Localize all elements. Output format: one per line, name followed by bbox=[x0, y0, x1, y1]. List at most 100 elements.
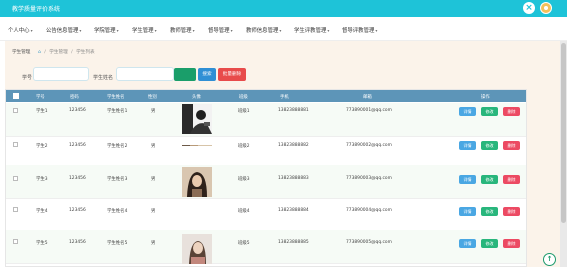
header-photo: 头像 bbox=[192, 95, 201, 100]
cell-name: 学生姓名5 bbox=[107, 241, 128, 246]
chevron-down-icon: ▾ bbox=[279, 28, 282, 33]
cell-phone: 13823888881 bbox=[278, 108, 309, 113]
delete-button[interactable]: 删除 bbox=[503, 239, 520, 248]
nav-item-teacher-info[interactable]: 教师信息管理▾ bbox=[246, 26, 281, 34]
cell-name: 学生姓名1 bbox=[107, 109, 128, 114]
header-class: 班级 bbox=[239, 95, 248, 100]
search-button[interactable]: 搜索 bbox=[198, 68, 216, 81]
main-nav: 个人中心▾ 公告信息管理▾ 学院管理▾ 学生管理▾ 教师管理▾ 督导管理▾ 教师… bbox=[0, 17, 567, 41]
cell-password: 123456 bbox=[69, 208, 86, 213]
cell-password: 123456 bbox=[69, 108, 86, 113]
student-no-label: 学号 bbox=[22, 75, 33, 81]
cell-password: 123456 bbox=[69, 176, 86, 181]
nav-item-student-eval[interactable]: 学生评教管理▾ bbox=[294, 26, 329, 34]
student-table: 学号 密码 学生姓名 性别 头像 班级 手机 邮箱 操作 学生1 123456 … bbox=[5, 89, 527, 267]
close-icon[interactable]: × bbox=[523, 2, 535, 14]
delete-button[interactable]: 删除 bbox=[503, 107, 520, 116]
cell-email: 773890003@qq.com bbox=[346, 176, 392, 181]
header-phone: 手机 bbox=[280, 95, 289, 100]
nav-item-teacher[interactable]: 教师管理▾ bbox=[170, 26, 195, 34]
nav-item-supervisor-eval[interactable]: 督导评教管理▾ bbox=[342, 26, 377, 34]
cell-class: 班级4 bbox=[238, 209, 250, 214]
chevron-down-icon: ▾ bbox=[79, 28, 82, 33]
student-no-input[interactable] bbox=[33, 67, 89, 81]
avatar bbox=[182, 138, 212, 146]
cell-email: 773890001@qq.com bbox=[346, 108, 392, 113]
chevron-down-icon: ▾ bbox=[192, 28, 195, 33]
scrollbar-thumb[interactable] bbox=[561, 43, 566, 223]
cell-gender: 男 bbox=[151, 109, 156, 114]
cell-student-no: 学生5 bbox=[36, 241, 48, 246]
view-button[interactable]: 详情 bbox=[459, 141, 476, 150]
edit-button[interactable]: 修改 bbox=[481, 207, 498, 216]
view-button[interactable]: 详情 bbox=[459, 107, 476, 116]
delete-button[interactable]: 删除 bbox=[503, 141, 520, 150]
cell-class: 班级2 bbox=[238, 144, 250, 149]
row-checkbox[interactable] bbox=[13, 142, 18, 147]
query-button[interactable] bbox=[174, 68, 196, 81]
delete-button[interactable]: 删除 bbox=[503, 175, 520, 184]
home-icon[interactable]: ⌂ bbox=[38, 50, 41, 55]
table-row: 学生3 123456 学生姓名3 男 班级3 13823888883 77389… bbox=[6, 165, 526, 199]
avatar bbox=[182, 234, 212, 264]
breadcrumb: 学生管理 ⌂ / 学生管理 / 学生列表 bbox=[12, 50, 95, 55]
row-checkbox[interactable] bbox=[13, 207, 18, 212]
student-name-input[interactable] bbox=[116, 67, 174, 81]
nav-item-supervisor[interactable]: 督导管理▾ bbox=[208, 26, 233, 34]
delete-button[interactable]: 删除 bbox=[503, 207, 520, 216]
user-avatar[interactable] bbox=[540, 2, 552, 14]
row-checkbox[interactable] bbox=[13, 239, 18, 244]
cell-student-no: 学生4 bbox=[36, 209, 48, 214]
cell-class: 班级5 bbox=[238, 241, 250, 246]
view-button[interactable]: 详情 bbox=[459, 207, 476, 216]
cell-password: 123456 bbox=[69, 240, 86, 245]
edit-button[interactable]: 修改 bbox=[481, 239, 498, 248]
cell-password: 123456 bbox=[69, 143, 86, 148]
cell-email: 773890002@qq.com bbox=[346, 143, 392, 148]
cell-gender: 男 bbox=[151, 177, 156, 182]
view-button[interactable]: 详情 bbox=[459, 175, 476, 184]
batch-delete-button[interactable]: 批量删除 bbox=[218, 68, 246, 81]
header-gender: 性别 bbox=[148, 95, 157, 100]
cell-student-no: 学生2 bbox=[36, 144, 48, 149]
avatar bbox=[182, 104, 212, 134]
chevron-down-icon: ▾ bbox=[154, 28, 157, 33]
cell-gender: 男 bbox=[151, 144, 156, 149]
cell-class: 班级1 bbox=[238, 109, 250, 114]
app-title: 教学质量评价系统 bbox=[12, 6, 61, 13]
student-name-label: 学生姓名 bbox=[93, 75, 114, 81]
row-checkbox[interactable] bbox=[13, 176, 18, 181]
table-row: 学生5 123456 学生姓名5 男 班级5 13823888885 77389… bbox=[6, 230, 526, 264]
cell-phone: 13823888883 bbox=[278, 176, 309, 181]
nav-item-notice[interactable]: 公告信息管理▾ bbox=[46, 26, 81, 34]
chevron-down-icon: ▾ bbox=[375, 28, 378, 33]
page-scrollbar[interactable] bbox=[560, 41, 567, 267]
cell-phone: 13823888882 bbox=[278, 143, 309, 148]
select-all-checkbox[interactable] bbox=[13, 93, 19, 99]
edit-button[interactable]: 修改 bbox=[481, 107, 498, 116]
row-checkbox[interactable] bbox=[13, 108, 18, 113]
header-actions: 操作 bbox=[481, 95, 490, 100]
back-to-top-icon[interactable]: ↑ bbox=[543, 253, 556, 266]
nav-item-college[interactable]: 学院管理▾ bbox=[94, 26, 119, 34]
cell-name: 学生姓名4 bbox=[107, 209, 128, 214]
cell-gender: 男 bbox=[151, 209, 156, 214]
view-button[interactable]: 详情 bbox=[459, 239, 476, 248]
cell-phone: 13823888885 bbox=[278, 240, 309, 245]
header-name: 学生姓名 bbox=[107, 95, 125, 100]
chevron-down-icon: ▾ bbox=[30, 28, 33, 33]
cell-email: 773890005@qq.com bbox=[346, 240, 392, 245]
edit-button[interactable]: 修改 bbox=[481, 175, 498, 184]
chevron-down-icon: ▾ bbox=[116, 28, 119, 33]
breadcrumb-title: 学生管理 bbox=[12, 50, 31, 55]
nav-item-student[interactable]: 学生管理▾ bbox=[132, 26, 157, 34]
edit-button[interactable]: 修改 bbox=[481, 141, 498, 150]
table-row: 学生4 123456 学生姓名4 男 班级4 13823888884 77389… bbox=[6, 199, 526, 233]
table-header: 学号 密码 学生姓名 性别 头像 班级 手机 邮箱 操作 bbox=[6, 90, 526, 102]
cell-name: 学生姓名2 bbox=[107, 144, 128, 149]
table-row: 学生1 123456 学生姓名1 男 班级1 13823888881 77389… bbox=[6, 103, 526, 137]
cell-gender: 男 bbox=[151, 241, 156, 246]
cell-student-no: 学生1 bbox=[36, 109, 48, 114]
breadcrumb-student[interactable]: 学生管理 bbox=[49, 50, 67, 55]
nav-item-personal[interactable]: 个人中心▾ bbox=[8, 26, 33, 34]
